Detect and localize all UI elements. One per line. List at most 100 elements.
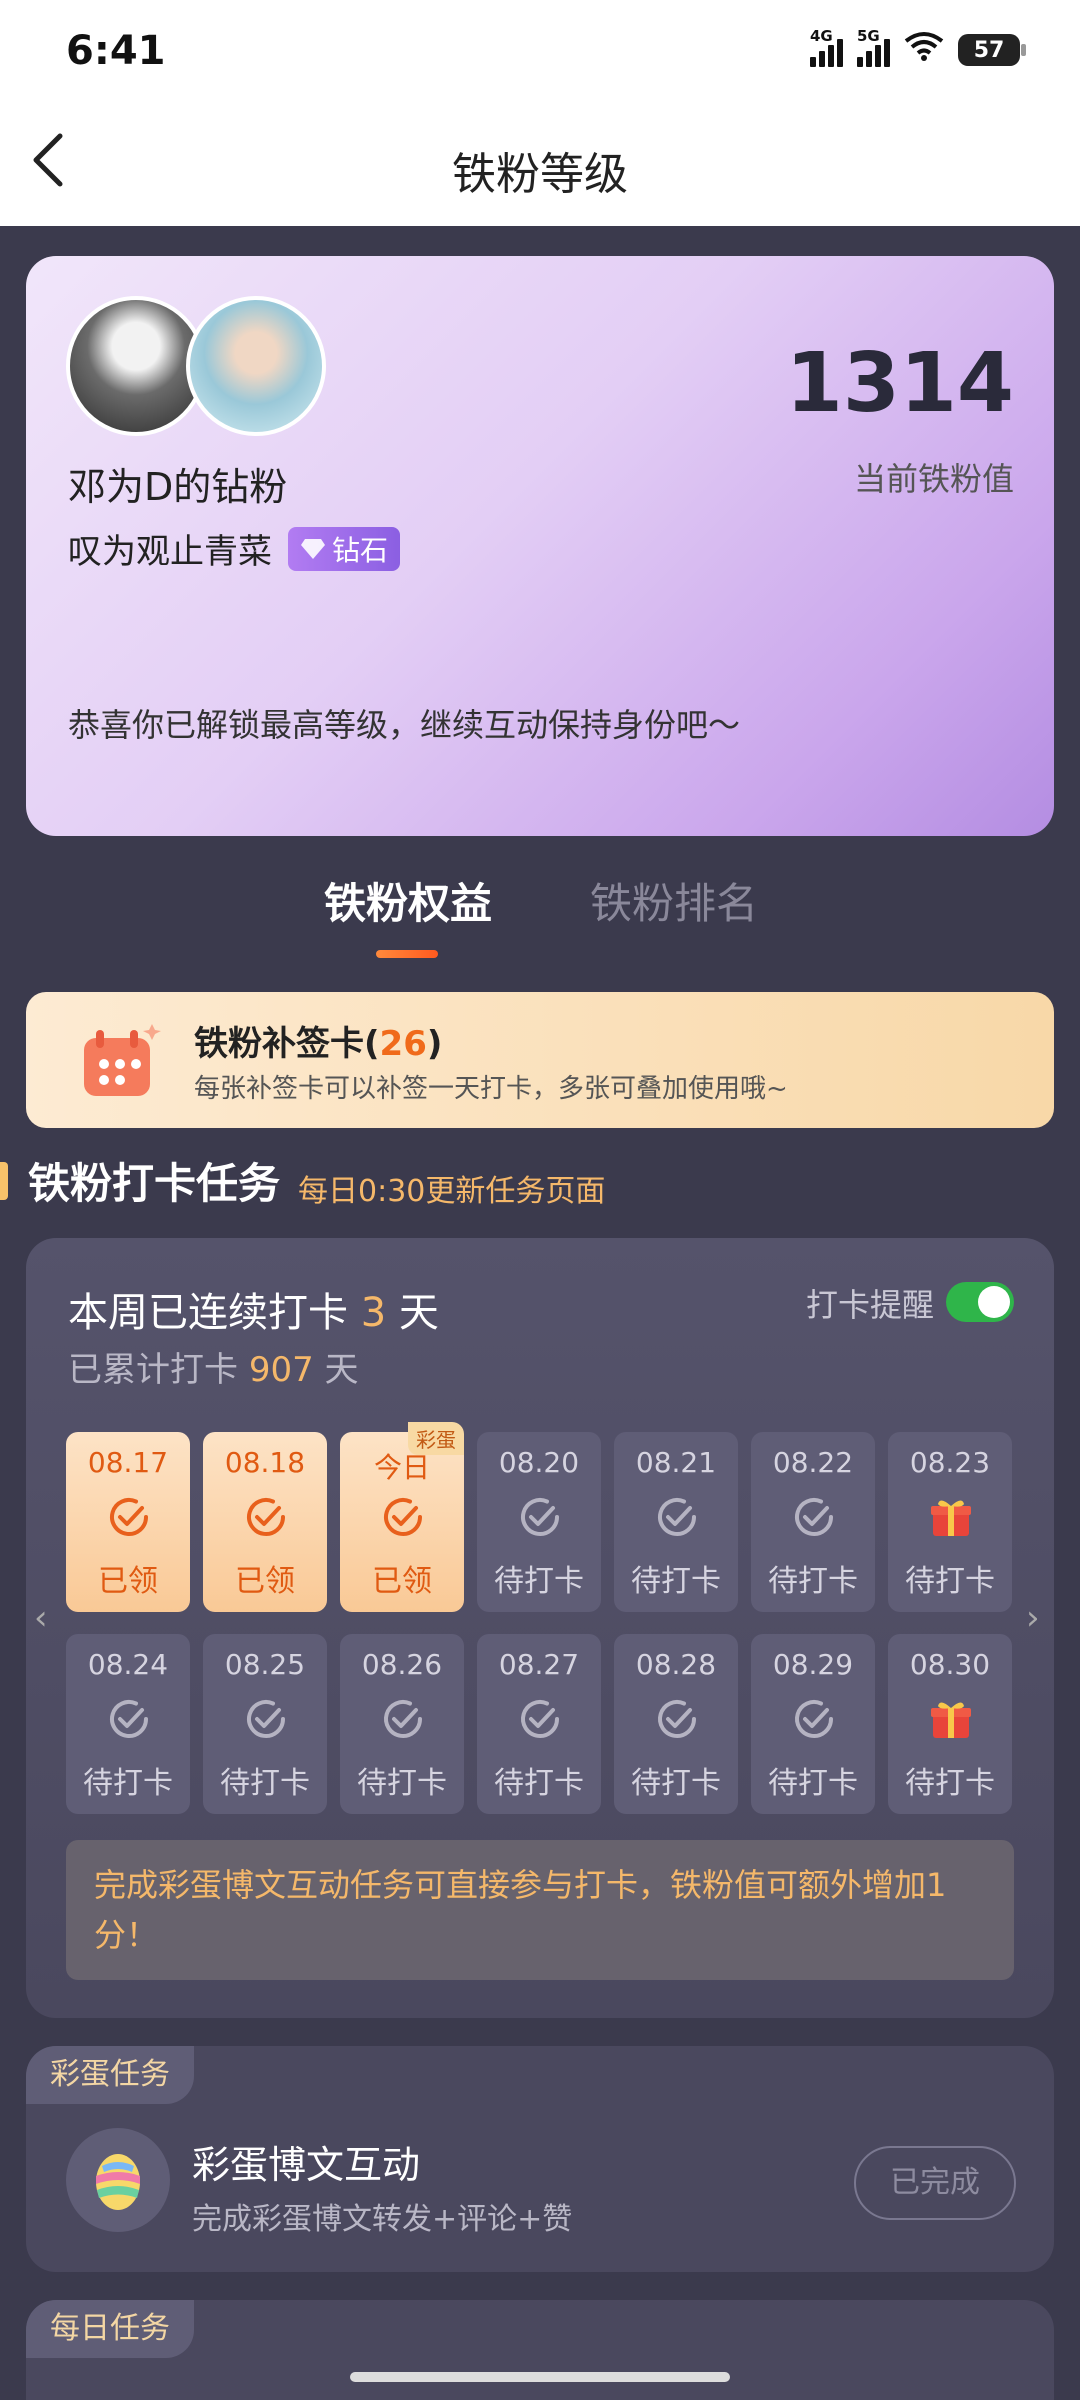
- section-note: 每日0:30更新任务页面: [298, 1174, 606, 1209]
- level-badge: 钻石: [288, 526, 401, 571]
- check-circle-icon: [243, 1696, 289, 1742]
- checkin-day[interactable]: 08.26 待打卡: [340, 1634, 464, 1814]
- top-bar: 6:41 4G 5G 57 铁粉等级: [0, 0, 1080, 226]
- checkin-day[interactable]: 08.20 待打卡: [477, 1432, 601, 1612]
- checkin-day[interactable]: 08.17 已领: [66, 1432, 190, 1612]
- fan-score: 1314: [785, 336, 1014, 431]
- check-circle-icon: [517, 1494, 563, 1540]
- egg-task-done-button[interactable]: 已完成: [854, 2146, 1016, 2220]
- makeup-card-title-close: ): [426, 1024, 443, 1064]
- gift-icon: [928, 1696, 974, 1742]
- tab-ranking[interactable]: 铁粉排名: [590, 870, 758, 931]
- home-indicator[interactable]: [350, 2372, 730, 2382]
- egg-task-desc: 完成彩蛋博文转发+评论+赞: [192, 2202, 573, 2237]
- tab-benefits[interactable]: 铁粉权益: [324, 870, 492, 931]
- checkin-day-status: 已领: [98, 1564, 158, 1599]
- profile-subtitle-row: 叹为观止青菜 钻石: [68, 524, 401, 573]
- check-circle-icon: [654, 1696, 700, 1742]
- checkin-day[interactable]: 08.18 已领: [203, 1432, 327, 1612]
- diamond-icon: [301, 538, 325, 559]
- total-suffix: 天: [313, 1350, 359, 1390]
- makeup-card-banner[interactable]: 铁粉补签卡(26) 每张补签卡可以补签一天打卡，多张可叠加使用哦~: [26, 992, 1054, 1128]
- checkin-day-date: 08.30: [909, 1648, 991, 1681]
- streak-suffix: 天: [386, 1290, 439, 1336]
- easter-egg-tag: 彩蛋: [408, 1422, 464, 1455]
- checkin-day[interactable]: 08.27 待打卡: [477, 1634, 601, 1814]
- checkin-day[interactable]: 08.22 待打卡: [751, 1432, 875, 1612]
- check-circle-icon: [517, 1696, 563, 1742]
- checkin-day-status: 待打卡: [220, 1766, 310, 1801]
- chevron-right-icon[interactable]: ›: [1026, 1598, 1040, 1638]
- checkin-day-status: 待打卡: [768, 1766, 858, 1801]
- checkin-day-status: 待打卡: [494, 1766, 584, 1801]
- check-circle-icon: [243, 1494, 289, 1540]
- total-days: 907: [248, 1350, 314, 1390]
- checkin-day-status: 已领: [235, 1564, 295, 1599]
- checkin-day[interactable]: 08.28 待打卡: [614, 1634, 738, 1814]
- checkin-day[interactable]: 08.29 待打卡: [751, 1634, 875, 1814]
- checkin-day[interactable]: 08.24 待打卡: [66, 1634, 190, 1814]
- checkin-day[interactable]: 08.30 待打卡: [888, 1634, 1012, 1814]
- checkin-day[interactable]: 08.23 待打卡: [888, 1432, 1012, 1612]
- checkin-day-status: 待打卡: [631, 1564, 721, 1599]
- profile-subtitle: 叹为观止青菜: [68, 532, 272, 572]
- checkin-day-status: 待打卡: [631, 1766, 721, 1801]
- checkin-day-date: 08.29: [772, 1648, 854, 1681]
- makeup-card-title-text: 铁粉补签卡(: [194, 1024, 380, 1064]
- check-circle-icon: [380, 1494, 426, 1540]
- makeup-card-count: 26: [379, 1024, 427, 1064]
- checkin-panel: 本周已连续打卡 3 天 已累计打卡 907 天 打卡提醒 08.17 已领 08.1…: [26, 1238, 1054, 2018]
- daily-task-tag: 每日任务: [26, 2300, 194, 2358]
- check-circle-icon: [654, 1494, 700, 1540]
- profile-card: 邓为D的钻粉 叹为观止青菜 钻石 1314 当前铁粉值 恭喜你已解锁最高等级，继…: [26, 256, 1054, 836]
- level-badge-label: 钻石: [332, 533, 389, 567]
- checkin-tip: 完成彩蛋博文互动任务可直接参与打卡，铁粉值可额外增加1分！: [66, 1840, 1014, 1980]
- streak-days: 3: [360, 1290, 387, 1336]
- fan-avatar[interactable]: [66, 296, 206, 436]
- remind-toggle[interactable]: [946, 1282, 1014, 1322]
- checkin-day-status: 待打卡: [905, 1564, 995, 1599]
- checkin-day-date: 08.23: [909, 1446, 991, 1479]
- egg-icon-wrap: [66, 2128, 170, 2232]
- gift-icon: [928, 1494, 974, 1540]
- checkin-day[interactable]: 今日 已领 彩蛋: [340, 1422, 464, 1612]
- battery-icon: 57: [958, 34, 1026, 66]
- checkin-day-date: 08.27: [498, 1648, 580, 1681]
- egg-task-card: 彩蛋任务 彩蛋博文互动 完成彩蛋博文转发+评论+赞 已完成: [26, 2046, 1054, 2272]
- check-circle-icon: [106, 1494, 152, 1540]
- makeup-card-title: 铁粉补签卡(26): [194, 1016, 442, 1065]
- egg-task-tag: 彩蛋任务: [26, 2046, 194, 2104]
- section-accent-bar: [0, 1162, 8, 1200]
- profile-name: 邓为D的钻粉: [68, 465, 288, 509]
- checkin-day-status: 待打卡: [357, 1766, 447, 1801]
- cellular-5g-icon: 5G: [857, 27, 890, 67]
- checkin-day-status: 待打卡: [83, 1766, 173, 1801]
- checkin-day-status: 待打卡: [768, 1564, 858, 1599]
- easter-egg-icon: [96, 2154, 140, 2210]
- idol-avatar[interactable]: [186, 296, 326, 436]
- checkin-day-date: 08.24: [87, 1648, 169, 1681]
- page-title: 铁粉等级: [452, 149, 628, 200]
- check-circle-icon: [791, 1494, 837, 1540]
- checkin-day-status: 待打卡: [494, 1564, 584, 1599]
- remind-label: 打卡提醒: [806, 1286, 935, 1324]
- total-prefix: 已累计打卡: [68, 1350, 249, 1390]
- check-circle-icon: [380, 1696, 426, 1742]
- daily-task-card: 每日任务: [26, 2300, 1054, 2400]
- status-icons: 4G 5G 57: [810, 27, 1026, 70]
- chevron-left-icon[interactable]: ‹: [34, 1598, 48, 1638]
- wifi-icon: [904, 30, 944, 70]
- checkin-day-date: 08.22: [772, 1446, 854, 1479]
- status-time: 6:41: [66, 28, 166, 74]
- checkin-day-date: 08.20: [498, 1446, 580, 1479]
- checkin-day-status: 已领: [372, 1564, 432, 1599]
- checkin-day[interactable]: 08.25 待打卡: [203, 1634, 327, 1814]
- checkin-day-date: 08.21: [635, 1446, 717, 1479]
- streak-prefix: 本周已连续打卡: [68, 1290, 361, 1336]
- cellular-4g-icon: 4G: [810, 27, 843, 67]
- section-title: 铁粉打卡任务: [28, 1159, 281, 1208]
- network-label-5g: 5G: [857, 27, 880, 45]
- checkin-day-date: 08.26: [361, 1648, 443, 1681]
- checkin-day-status: 待打卡: [905, 1766, 995, 1801]
- checkin-day[interactable]: 08.21 待打卡: [614, 1432, 738, 1612]
